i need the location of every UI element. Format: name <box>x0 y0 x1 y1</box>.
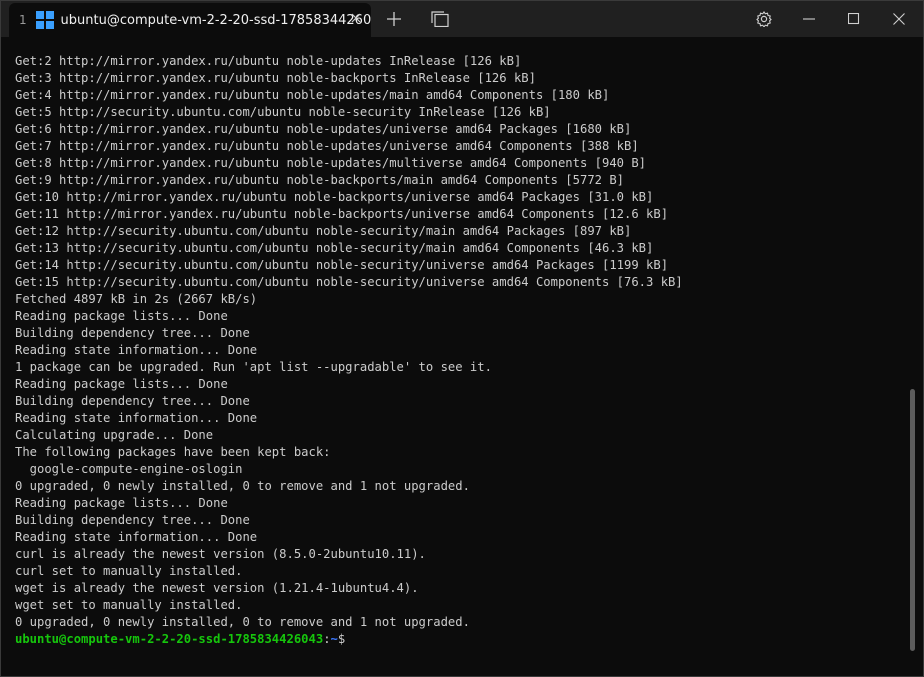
terminal-line: Get:10 http://mirror.yandex.ru/ubuntu no… <box>15 190 654 204</box>
duplicate-tab-icon <box>431 11 449 27</box>
title-bar[interactable]: 1 ubuntu@compute-vm-2-2-20-ssd-178583442… <box>1 1 923 37</box>
new-tab-button[interactable] <box>376 5 412 33</box>
window-close-icon <box>893 13 905 25</box>
terminal-line: 1 package can be upgraded. Run 'apt list… <box>15 360 492 374</box>
terminal-line: Get:9 http://mirror.yandex.ru/ubuntu nob… <box>15 173 625 187</box>
terminal-line: Reading state information... Done <box>15 530 258 544</box>
settings-button[interactable] <box>746 5 782 33</box>
terminal-line: google-compute-engine-oslogin <box>15 462 243 476</box>
terminal-line: Reading package lists... Done <box>15 496 228 510</box>
terminal-line: Reading package lists... Done <box>15 377 228 391</box>
minimize-button[interactable] <box>791 5 827 33</box>
terminal-line: Get:8 http://mirror.yandex.ru/ubuntu nob… <box>15 156 647 170</box>
tab-title: ubuntu@compute-vm-2-2-20-ssd-17858344260… <box>60 12 371 28</box>
terminal-line: Get:12 http://security.ubuntu.com/ubuntu… <box>15 224 632 238</box>
terminal-line: curl set to manually installed. <box>15 564 243 578</box>
terminal-line: Fetched 4897 kB in 2s (2667 kB/s) <box>15 292 258 306</box>
terminal-line: Get:13 http://security.ubuntu.com/ubuntu… <box>15 241 654 255</box>
terminal-line: Reading state information... Done <box>15 411 258 425</box>
plus-icon <box>387 12 401 26</box>
window-close-button[interactable] <box>881 5 917 33</box>
terminal-line: Building dependency tree... Done <box>15 394 250 408</box>
terminal-line: Get:7 http://mirror.yandex.ru/ubuntu nob… <box>15 139 639 153</box>
scrollbar-thumb[interactable] <box>910 389 915 651</box>
terminal-line: Get:4 http://mirror.yandex.ru/ubuntu nob… <box>15 88 610 102</box>
terminal-line: Get:11 http://mirror.yandex.ru/ubuntu no… <box>15 207 669 221</box>
close-icon[interactable] <box>347 11 365 29</box>
terminal-line: 0 upgraded, 0 newly installed, 0 to remo… <box>15 615 470 629</box>
prompt-line[interactable]: ubuntu@compute-vm-2-2-20-ssd-17858344260… <box>15 631 907 648</box>
terminal-line: Get:6 http://mirror.yandex.ru/ubuntu nob… <box>15 122 632 136</box>
duplicate-tab-button[interactable] <box>422 5 458 33</box>
maximize-icon <box>848 13 860 25</box>
terminal-line: 0 upgraded, 0 newly installed, 0 to remo… <box>15 479 470 493</box>
terminal-line: Get:2 http://mirror.yandex.ru/ubuntu nob… <box>15 54 522 68</box>
tab-terminal[interactable]: 1 ubuntu@compute-vm-2-2-20-ssd-178583442… <box>9 3 371 37</box>
terminal-line: wget is already the newest version (1.21… <box>15 581 419 595</box>
prompt-path: ~ <box>330 632 338 646</box>
maximize-button[interactable] <box>836 5 872 33</box>
terminal-window: 1 ubuntu@compute-vm-2-2-20-ssd-178583442… <box>0 0 924 677</box>
terminal-line: Reading state information... Done <box>15 343 258 357</box>
terminal-line: Reading package lists... Done <box>15 309 228 323</box>
prompt-separator: : <box>323 632 331 646</box>
minimize-icon <box>803 18 815 20</box>
terminal-line: curl is already the newest version (8.5.… <box>15 547 426 561</box>
terminal-line: Building dependency tree... Done <box>15 513 250 527</box>
prompt-symbol: $ <box>337 632 346 646</box>
terminal-line: Building dependency tree... Done <box>15 326 250 340</box>
terminal-line: Get:5 http://security.ubuntu.com/ubuntu … <box>15 105 551 119</box>
gear-icon <box>756 11 772 27</box>
terminal-line: wget set to manually installed. <box>15 598 243 612</box>
terminal-output[interactable]: Get:2 http://mirror.yandex.ru/ubuntu nob… <box>1 37 907 676</box>
prompt-user-host: ubuntu@compute-vm-2-2-20-ssd-17858344260… <box>15 632 324 646</box>
terminal-line: The following packages have been kept ba… <box>15 445 331 459</box>
terminal-line: Calculating upgrade... Done <box>15 428 214 442</box>
terminal-line: Get:14 http://security.ubuntu.com/ubuntu… <box>15 258 669 272</box>
tab-index: 1 <box>19 13 27 27</box>
terminal-line: Get:15 http://security.ubuntu.com/ubuntu… <box>15 275 683 289</box>
windows-logo-icon <box>35 11 54 29</box>
terminal-line: Get:3 http://mirror.yandex.ru/ubuntu nob… <box>15 71 536 85</box>
